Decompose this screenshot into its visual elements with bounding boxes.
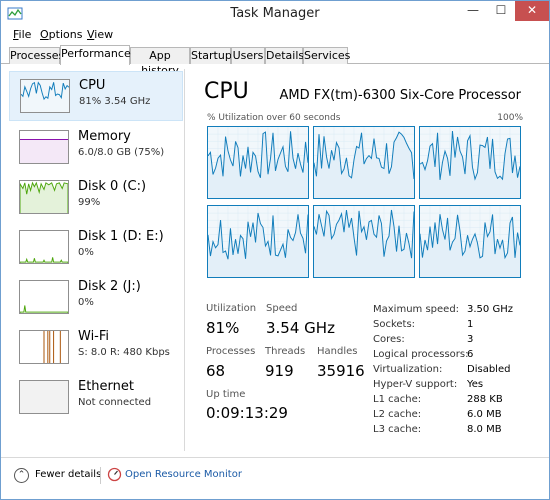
threads-value: 919 (265, 362, 294, 380)
core-graph-2 (313, 126, 415, 199)
footer-bar: ⌃ Fewer details Open Resource Monitor (1, 457, 549, 497)
sidebar-item-memory[interactable]: Memory 6.0/8.0 GB (75%) (9, 123, 183, 173)
spec-label: L2 cache: (373, 409, 422, 420)
sidebar-item-label: Ethernet (78, 379, 134, 394)
minimize-icon: — (467, 3, 479, 17)
sidebar-item-label: Disk 2 (J:) (78, 279, 141, 294)
spec-value: 1 (467, 319, 474, 330)
core-graph-6 (419, 205, 521, 278)
disk-2-thumbnail-graph (19, 280, 69, 314)
uptime-value: 0:09:13:29 (206, 404, 288, 422)
spec-value: 3 (467, 334, 474, 345)
spec-value: 8.0 MB (467, 424, 502, 435)
disk-0-thumbnail-graph (19, 180, 69, 214)
sidebar-item-value: 0% (78, 297, 94, 308)
tab-processes[interactable]: Processes (9, 47, 64, 64)
core-graph-3 (419, 126, 521, 199)
sidebar-item-value: S: 8.0 R: 480 Kbps (78, 347, 170, 358)
spec-label: Maximum speed: (373, 304, 460, 315)
performance-sidebar: CPU 81% 3.54 GHz Memory 6.0/8.0 GB (75%)… (9, 69, 185, 453)
threads-label: Threads (265, 346, 306, 357)
processes-label: Processes (206, 346, 256, 357)
spec-label: L3 cache: (373, 424, 422, 435)
menu-file[interactable]: File (13, 28, 31, 41)
sidebar-item-ethernet[interactable]: Ethernet Not connected (9, 373, 183, 423)
core-graph-4 (207, 205, 309, 278)
sidebar-item-value: Not connected (78, 397, 152, 408)
spec-value: Disabled (467, 364, 511, 375)
core-graph-5 (313, 205, 415, 278)
handles-value: 35916 (317, 362, 365, 380)
handles-label: Handles (317, 346, 358, 357)
sidebar-item-value: 0% (78, 247, 94, 258)
close-button[interactable]: ✕ (515, 1, 549, 21)
sidebar-item-label: CPU (79, 78, 106, 93)
menu-options[interactable]: Options (40, 28, 82, 41)
task-manager-window: Task Manager — ☐ ✕ File Options View Pro… (0, 0, 550, 500)
chevron-up-icon[interactable]: ⌃ (14, 468, 29, 483)
spec-label: Logical processors: (373, 349, 469, 360)
maximize-icon: ☐ (495, 3, 507, 17)
sidebar-item-label: Wi-Fi (78, 329, 110, 344)
wifi-thumbnail-graph (19, 330, 69, 364)
disk-1-thumbnail-graph (19, 230, 69, 264)
sidebar-item-disk-1[interactable]: Disk 1 (D: E:) 0% (9, 223, 183, 273)
spec-label: Hyper-V support: (373, 379, 458, 390)
speed-label: Speed (266, 303, 298, 314)
tab-performance[interactable]: Performance (60, 45, 131, 65)
tab-services[interactable]: Services (303, 47, 350, 64)
memory-thumbnail-graph (19, 130, 69, 164)
spec-value: 6.0 MB (467, 409, 502, 420)
processes-value: 68 (206, 362, 226, 380)
spec-label: L1 cache: (373, 394, 422, 405)
sidebar-item-value: 81% 3.54 GHz (79, 96, 151, 107)
menu-bar: File Options View (1, 27, 549, 45)
speed-value: 3.54 GHz (266, 319, 335, 337)
processor-model: AMD FX(tm)-6300 Six-Core Processor (279, 88, 521, 103)
spec-label: Virtualization: (373, 364, 443, 375)
panel-divider[interactable] (184, 69, 185, 451)
core-graph-1 (207, 126, 309, 199)
sidebar-item-label: Disk 1 (D: E:) (78, 229, 164, 244)
minimize-button[interactable]: — (459, 1, 487, 21)
spec-label: Sockets: (373, 319, 416, 330)
cpu-thumbnail-graph (20, 79, 70, 113)
tab-users[interactable]: Users (231, 47, 265, 64)
spec-value: 288 KB (467, 394, 503, 405)
spec-value: 6 (467, 349, 474, 360)
sidebar-item-wifi[interactable]: Wi-Fi S: 8.0 R: 480 Kbps (9, 323, 183, 373)
utilization-value: 81% (206, 319, 240, 337)
tab-app-history[interactable]: App history (130, 47, 190, 77)
spec-value: Yes (467, 379, 484, 390)
cpu-detail-panel: CPU AMD FX(tm)-6300 Six-Core Processor %… (191, 71, 536, 451)
title-bar[interactable]: Task Manager — ☐ ✕ (1, 1, 549, 27)
sidebar-item-disk-0[interactable]: Disk 0 (C:) 99% (9, 173, 183, 223)
close-icon: ✕ (526, 3, 538, 17)
fewer-details-link[interactable]: Fewer details (35, 469, 101, 480)
graph-max-label: 100% (497, 113, 523, 123)
sidebar-item-disk-2[interactable]: Disk 2 (J:) 0% (9, 273, 183, 323)
tab-details[interactable]: Details (265, 47, 304, 64)
sidebar-item-value: 99% (78, 197, 101, 208)
graph-caption: % Utilization over 60 seconds (207, 113, 341, 123)
tab-bar: Processes Performance App history Startu… (1, 45, 549, 77)
footer-divider (100, 467, 101, 484)
open-resource-monitor-link[interactable]: Open Resource Monitor (125, 469, 242, 480)
tab-startup[interactable]: Startup (190, 47, 232, 64)
ethernet-thumbnail-graph (19, 380, 69, 414)
sidebar-item-cpu[interactable]: CPU 81% 3.54 GHz (9, 71, 183, 121)
spec-label: Cores: (373, 334, 405, 345)
uptime-label: Up time (206, 389, 246, 400)
maximize-button[interactable]: ☐ (487, 1, 515, 21)
spec-value: 3.50 GHz (467, 304, 513, 315)
resource-monitor-icon (107, 467, 122, 482)
menu-view[interactable]: View (87, 28, 113, 41)
sidebar-item-label: Disk 0 (C:) (78, 179, 147, 194)
utilization-label: Utilization (206, 303, 257, 314)
sidebar-item-value: 6.0/8.0 GB (75%) (78, 147, 165, 158)
page-title: CPU (204, 79, 249, 104)
sidebar-item-label: Memory (78, 129, 131, 144)
